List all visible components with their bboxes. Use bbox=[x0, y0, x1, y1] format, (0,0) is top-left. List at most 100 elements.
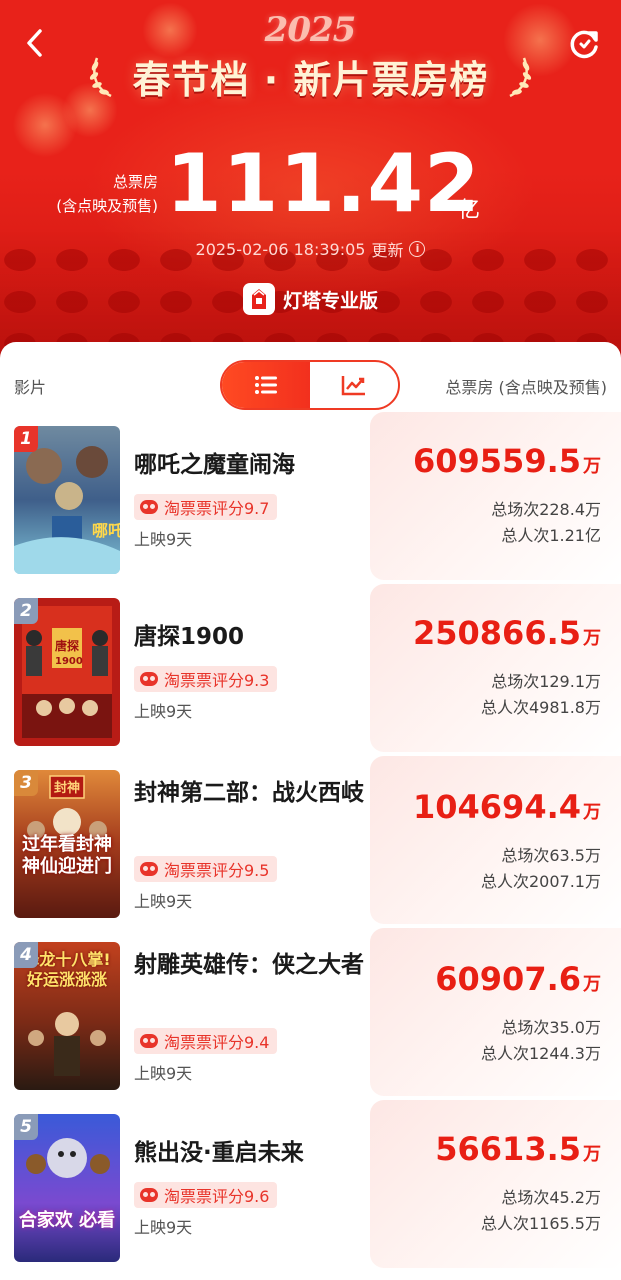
movie-title[interactable]: 熊出没·重启未来 bbox=[134, 1136, 374, 1170]
movie-row[interactable]: 合家欢 必看 5 熊出没·重启未来 淘票票评分9.6 上映9天 56613.5 万… bbox=[0, 1100, 621, 1268]
rank-badge: 3 bbox=[14, 770, 38, 796]
rating-badge: 淘票票评分9.4 bbox=[134, 1028, 278, 1054]
info-icon[interactable]: i bbox=[409, 241, 426, 257]
trend-view-button[interactable] bbox=[310, 362, 398, 408]
total-screenings: 总场次63.5万 bbox=[501, 846, 601, 865]
box-office-number: 104694.4 bbox=[412, 788, 581, 826]
list-header: 影片 总票房 (含点映及预售) bbox=[0, 360, 621, 410]
trend-chart-icon bbox=[341, 376, 365, 396]
taopiaopiao-icon bbox=[140, 1034, 158, 1048]
rank-badge: 4 bbox=[14, 942, 38, 968]
movie-row[interactable]: 封神 过年看封神 神仙迎进门 3 封神第二部：战火西岐 淘票票评分9.5 上映9… bbox=[0, 756, 621, 924]
box-office-number: 609559.5 bbox=[412, 442, 581, 480]
brand-logo-icon bbox=[242, 283, 275, 315]
box-office-panel bbox=[370, 928, 621, 1096]
movie-title[interactable]: 哪吒之魔童闹海 bbox=[134, 448, 374, 482]
movie-poster[interactable]: 封神 过年看封神 神仙迎进门 3 bbox=[14, 770, 120, 918]
poster-caption: 过年看封神 神仙迎进门 bbox=[22, 834, 112, 877]
rating-badge: 淘票票评分9.5 bbox=[134, 856, 278, 882]
film-column-label: 影片 bbox=[14, 378, 47, 397]
box-office-value: 250866.5 万 bbox=[413, 614, 601, 652]
laurel-right-icon bbox=[509, 57, 532, 98]
brand-name: 灯塔专业版 bbox=[282, 289, 378, 312]
release-days: 上映9天 bbox=[134, 892, 193, 911]
svg-text:唐探: 唐探 bbox=[55, 638, 79, 653]
box-office-value: 56613.5 万 bbox=[435, 1130, 601, 1168]
rating-badge: 淘票票评分9.3 bbox=[134, 666, 278, 692]
box-office-unit: 万 bbox=[583, 456, 601, 477]
box-office-unit: 万 bbox=[583, 802, 601, 823]
taopiaopiao-icon bbox=[140, 1188, 158, 1202]
box-office-value: 60907.6 万 bbox=[435, 960, 601, 998]
box-office-number: 56613.5 bbox=[435, 1130, 581, 1168]
movie-title[interactable]: 射雕英雄传：侠之大者 bbox=[134, 948, 374, 982]
box-office-panel bbox=[370, 756, 621, 924]
rating-text: 淘票票评分9.4 bbox=[164, 1033, 270, 1052]
rank-badge: 1 bbox=[14, 426, 38, 452]
title-row: 春节档 · 新片票房榜 bbox=[0, 48, 621, 104]
view-toggle bbox=[220, 360, 400, 410]
box-office-unit: 万 bbox=[583, 1144, 601, 1165]
total-screenings: 总场次35.0万 bbox=[501, 1018, 601, 1037]
year-logo: 2025 bbox=[264, 10, 357, 50]
movie-poster[interactable]: 哪吒 1 bbox=[14, 426, 120, 574]
movie-title[interactable]: 封神第二部：战火西岐 bbox=[134, 776, 374, 810]
movie-poster[interactable]: 降龙十八掌! 好运涨涨涨 4 bbox=[14, 942, 120, 1090]
movie-title[interactable]: 唐探1900 bbox=[134, 620, 374, 654]
total-admissions: 总人次1244.3万 bbox=[481, 1044, 601, 1063]
movie-poster[interactable]: 唐探 1900 2 bbox=[14, 598, 120, 746]
total-screenings: 总场次45.2万 bbox=[501, 1188, 601, 1207]
total-screenings: 总场次129.1万 bbox=[491, 672, 601, 691]
total-label-line1: 总票房 bbox=[112, 173, 158, 191]
movie-row[interactable]: 降龙十八掌! 好运涨涨涨 4 射雕英雄传：侠之大者 淘票票评分9.4 上映9天 … bbox=[0, 928, 621, 1096]
update-time-row[interactable]: 2025-02-06 18:39:05 更新 i bbox=[0, 236, 621, 262]
total-admissions: 总人次1165.5万 bbox=[481, 1214, 601, 1233]
box-office-column-label: 总票房 (含点映及预售) bbox=[445, 378, 607, 397]
movie-row[interactable]: 唐探 1900 2 唐探1900 淘票票评分9.3 上映9天 250866.5 万… bbox=[0, 584, 621, 752]
box-office-number: 60907.6 bbox=[435, 960, 581, 998]
rating-text: 淘票票评分9.3 bbox=[164, 671, 270, 690]
brand-row: 灯塔专业版 bbox=[0, 282, 621, 316]
update-timestamp: 2025-02-06 18:39:05 bbox=[195, 239, 366, 259]
svg-text:哪吒: 哪吒 bbox=[92, 521, 120, 540]
total-admissions: 总人次1.21亿 bbox=[501, 526, 601, 545]
total-admissions: 总人次2007.1万 bbox=[481, 872, 601, 891]
total-screenings: 总场次228.4万 bbox=[491, 500, 601, 519]
total-box-office-label: 总票房 (含点映及预售) bbox=[30, 170, 158, 218]
rank-badge: 5 bbox=[14, 1114, 38, 1140]
svg-text:封神: 封神 bbox=[54, 780, 80, 796]
total-box-office-value: 111.42 bbox=[166, 137, 481, 230]
rating-text: 淘票票评分9.5 bbox=[164, 861, 270, 880]
rank-badge: 2 bbox=[14, 598, 38, 624]
release-days: 上映9天 bbox=[134, 1218, 193, 1237]
rating-text: 淘票票评分9.6 bbox=[164, 1187, 270, 1206]
header-banner: 2025 春节档 · 新片票房榜 总票房 (含点映及预售) 111.42 亿 2… bbox=[0, 0, 621, 380]
box-office-value: 609559.5 万 bbox=[413, 442, 601, 480]
box-office-unit: 万 bbox=[583, 628, 601, 649]
page-title: 春节档 · 新片票房榜 bbox=[132, 57, 489, 102]
rating-text: 淘票票评分9.7 bbox=[164, 499, 270, 518]
total-admissions: 总人次4981.8万 bbox=[481, 698, 601, 717]
release-days: 上映9天 bbox=[134, 1064, 193, 1083]
release-days: 上映9天 bbox=[134, 702, 193, 721]
update-suffix: 更新 bbox=[371, 241, 404, 260]
ranking-card: 影片 总票房 (含点映及预售) 哪吒 1 哪吒之魔童闹海 淘票票评分9.7 上映… bbox=[0, 342, 621, 1280]
movie-poster[interactable]: 合家欢 必看 5 bbox=[14, 1114, 120, 1262]
taopiaopiao-icon bbox=[140, 500, 158, 514]
rating-badge: 淘票票评分9.6 bbox=[134, 1182, 278, 1208]
box-office-value: 104694.4 万 bbox=[413, 788, 601, 826]
svg-text:1900: 1900 bbox=[55, 656, 83, 667]
taopiaopiao-icon bbox=[140, 862, 158, 876]
list-view-button[interactable] bbox=[222, 362, 310, 408]
total-label-line2: (含点映及预售) bbox=[56, 197, 158, 215]
total-box-office-unit: 亿 bbox=[458, 198, 481, 223]
movie-row[interactable]: 哪吒 1 哪吒之魔童闹海 淘票票评分9.7 上映9天 609559.5 万 总场次… bbox=[0, 412, 621, 580]
taopiaopiao-icon bbox=[140, 672, 158, 686]
list-icon bbox=[255, 376, 277, 394]
release-days: 上映9天 bbox=[134, 530, 193, 549]
poster-caption: 合家欢 必看 bbox=[18, 1210, 116, 1231]
laurel-left-icon bbox=[89, 57, 112, 98]
box-office-number: 250866.5 bbox=[412, 614, 581, 652]
rating-badge: 淘票票评分9.7 bbox=[134, 494, 278, 520]
box-office-unit: 万 bbox=[583, 974, 601, 995]
